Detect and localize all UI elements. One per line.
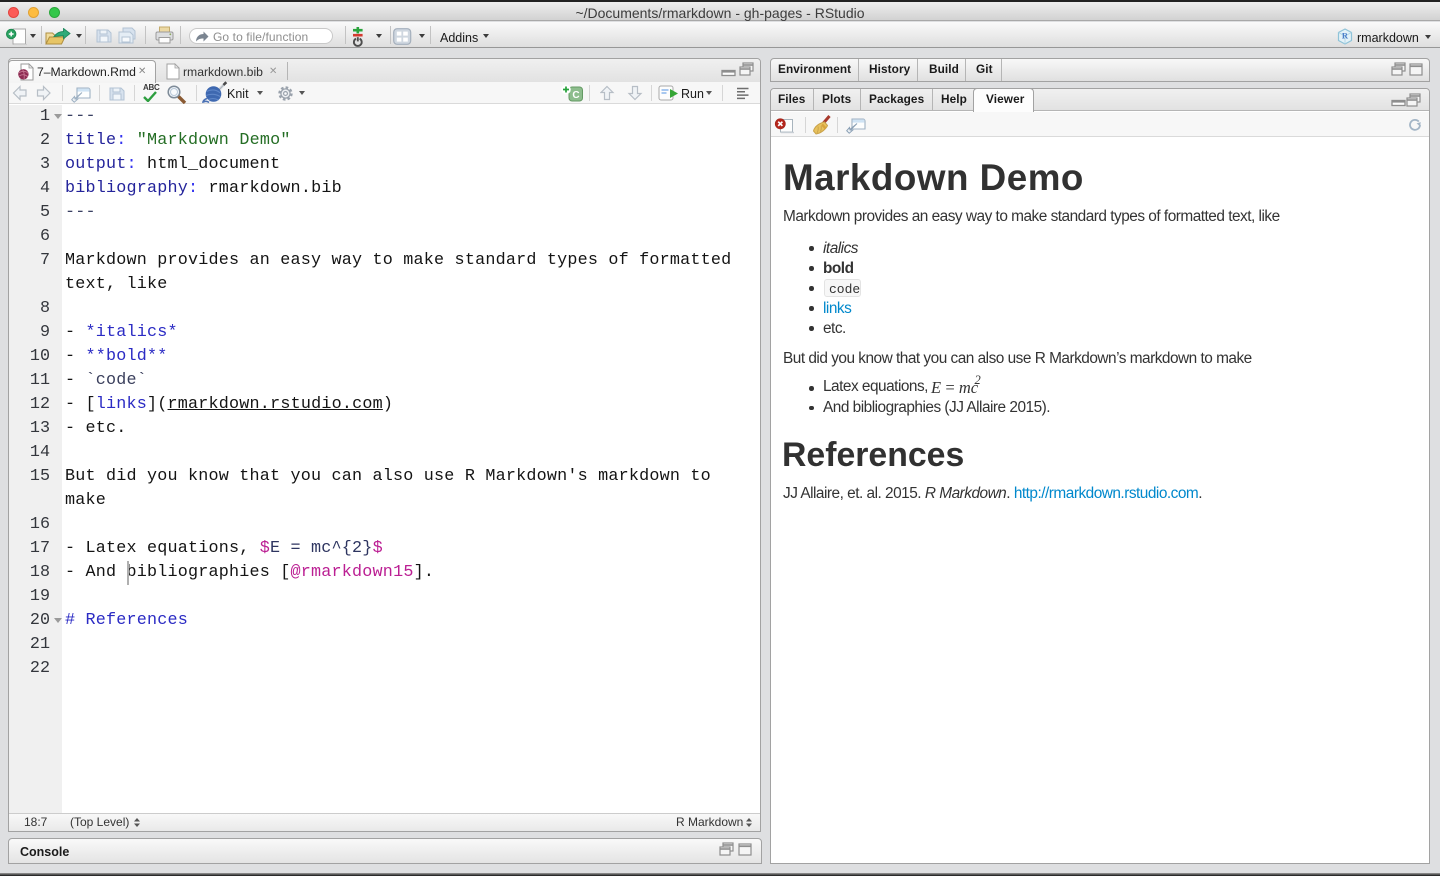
svg-text:R: R <box>1342 31 1349 41</box>
svg-text:C: C <box>572 90 579 101</box>
